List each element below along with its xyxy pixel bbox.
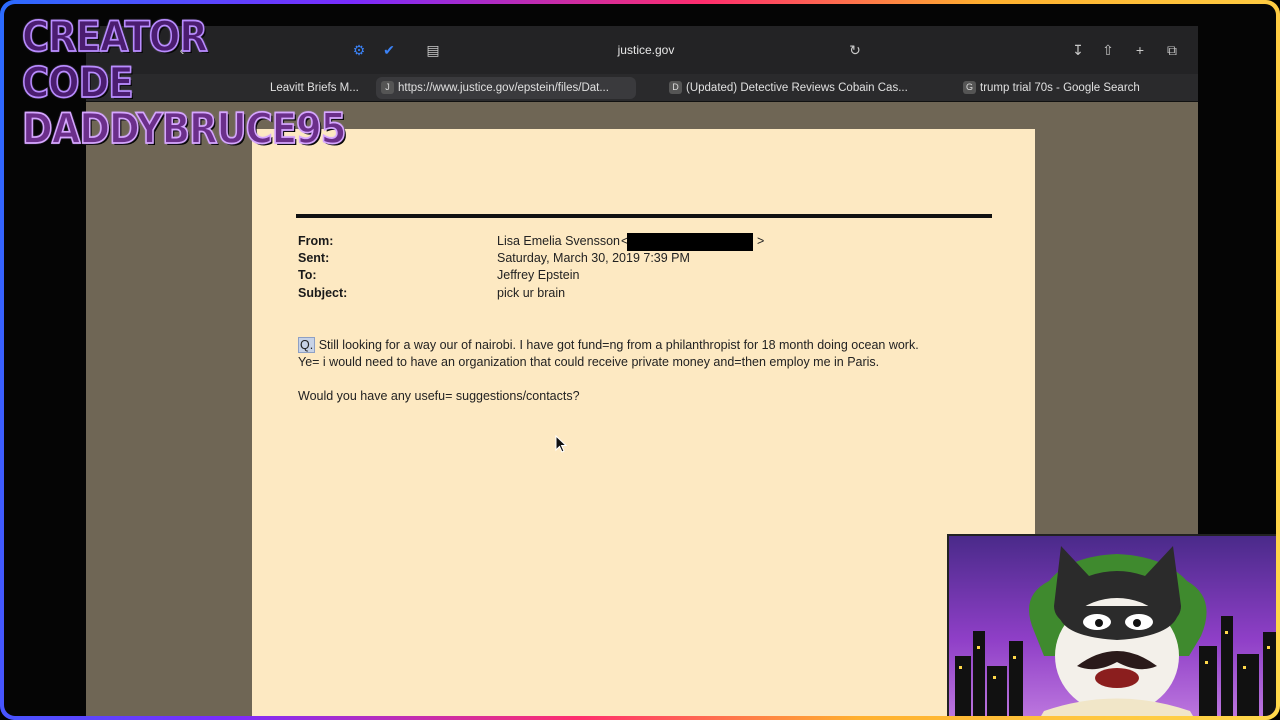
redaction-bar bbox=[627, 233, 753, 251]
creator-code-name: DADDYBRUCE95 bbox=[21, 104, 347, 153]
tabs-icon[interactable]: ⧉ bbox=[1162, 40, 1182, 60]
video-favicon-icon: D bbox=[669, 81, 682, 94]
stream-frame: ‹ ⚙ ✔ ▤ justice.gov ↻ ↧ ⇧ + ⧉ Leavitt Br… bbox=[0, 0, 1280, 720]
subject-label: Subject: bbox=[298, 286, 348, 300]
tab-label: (Updated) Detective Reviews Cobain Cas..… bbox=[686, 82, 908, 94]
to-label: To: bbox=[298, 268, 317, 282]
body-line-1: Q. Still looking for a way our of nairob… bbox=[298, 337, 919, 353]
mouse-cursor-icon bbox=[555, 435, 567, 453]
tab-google[interactable]: G trump trial 70s - Google Search bbox=[958, 77, 1178, 99]
address-bar[interactable]: justice.gov bbox=[506, 40, 786, 60]
body-line-3: Would you have any usefu= suggestions/co… bbox=[298, 389, 580, 403]
body-text: Still looking for a way our of nairobi. … bbox=[318, 338, 919, 352]
tab-cobain[interactable]: D (Updated) Detective Reviews Cobain Cas… bbox=[664, 77, 929, 99]
sent-label: Sent: bbox=[298, 251, 330, 265]
from-close-bracket: > bbox=[757, 234, 765, 248]
creator-code-title: CREATOR CODE bbox=[21, 12, 208, 107]
reload-icon[interactable]: ↻ bbox=[845, 40, 865, 60]
stream-canvas: ‹ ⚙ ✔ ▤ justice.gov ↻ ↧ ⇧ + ⧉ Leavitt Br… bbox=[4, 4, 1276, 716]
verified-icon[interactable]: ✔ bbox=[379, 40, 399, 60]
privacy-icon[interactable]: ⚙ bbox=[349, 40, 369, 60]
reader-icon[interactable]: ▤ bbox=[423, 40, 443, 60]
tab-label: trump trial 70s - Google Search bbox=[980, 82, 1140, 94]
search-highlight: Q. bbox=[298, 337, 316, 353]
justice-favicon-icon: J bbox=[381, 81, 394, 94]
document-page: From: Lisa Emelia Svensson < > Sent: Sat… bbox=[252, 129, 1035, 716]
download-icon[interactable]: ↧ bbox=[1068, 40, 1088, 60]
tab-justice[interactable]: J https://www.justice.gov/epstein/files/… bbox=[376, 77, 636, 99]
share-icon[interactable]: ⇧ bbox=[1098, 40, 1118, 60]
tab-label: Leavitt Briefs M... bbox=[270, 82, 359, 94]
google-favicon-icon: G bbox=[963, 81, 976, 94]
from-label: From: bbox=[298, 234, 334, 248]
sent-value: Saturday, March 30, 2019 7:39 PM bbox=[497, 251, 690, 265]
avatar-illustration-icon bbox=[955, 546, 1276, 716]
creator-code-overlay: CREATOR CODE DADDYBRUCE95 bbox=[21, 12, 347, 153]
header-rule bbox=[296, 214, 992, 218]
plus-icon[interactable]: + bbox=[1130, 40, 1150, 60]
tab-label: https://www.justice.gov/epstein/files/Da… bbox=[398, 82, 609, 94]
subject-value: pick ur brain bbox=[497, 286, 566, 300]
to-value: Jeffrey Epstein bbox=[497, 268, 580, 282]
body-line-2: Ye= i would need to have an organization… bbox=[298, 355, 880, 369]
from-value: Lisa Emelia Svensson bbox=[497, 234, 620, 248]
streamer-avatar-cam bbox=[947, 534, 1276, 716]
